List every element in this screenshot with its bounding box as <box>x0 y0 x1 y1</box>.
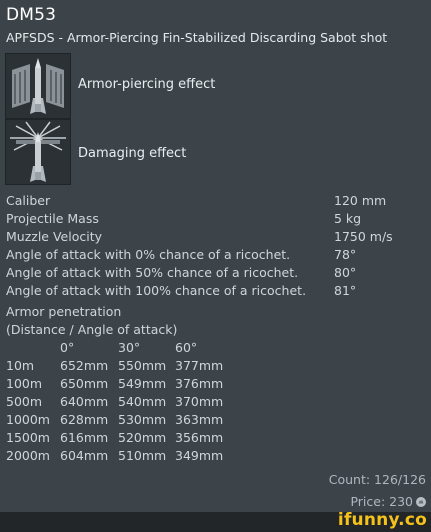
angle-header-30: 30° <box>118 340 141 355</box>
penetration-title: Armor penetration <box>6 304 122 319</box>
effect-label: Damaging effect <box>78 146 187 161</box>
penetration-value: 640mm <box>60 394 109 409</box>
angle-header-60: 60° <box>175 340 198 355</box>
penetration-distance: 2000m <box>6 448 50 463</box>
penetration-value: 510mm <box>118 448 167 463</box>
penetration-value: 520mm <box>118 430 167 445</box>
penetration-value: 652mm <box>60 358 109 373</box>
price-text: Price: 230 <box>350 494 413 509</box>
shell-type: APFSDS - Armor-Piercing Fin-Stabilized D… <box>6 30 388 45</box>
penetration-value: 363mm <box>175 412 224 427</box>
stat-label-caliber: Caliber <box>6 193 51 208</box>
shell-count: Count: 126/126 <box>328 472 426 487</box>
stat-value-muzzle-velocity: 1750 m/s <box>334 229 393 244</box>
penetration-value: 628mm <box>60 412 109 427</box>
angle-header-0: 0° <box>60 340 75 355</box>
effect-damaging: Damaging effect <box>5 119 425 185</box>
stat-value-ricochet-50: 80° <box>334 265 357 280</box>
effect-label: Armor-piercing effect <box>78 77 216 92</box>
stat-label-projectile-mass: Projectile Mass <box>6 211 99 226</box>
watermark-logo: ifunny.co <box>337 510 427 530</box>
stat-value-caliber: 120 mm <box>334 193 387 208</box>
silver-lion-icon <box>415 496 427 508</box>
penetration-value: 356mm <box>175 430 224 445</box>
penetration-distance: 100m <box>6 376 43 391</box>
penetration-distance: 1500m <box>6 430 50 445</box>
penetration-subtitle: (Distance / Angle of attack) <box>6 322 178 337</box>
stat-label-muzzle-velocity: Muzzle Velocity <box>6 229 103 244</box>
penetration-value: 550mm <box>118 358 167 373</box>
penetration-value: 616mm <box>60 430 109 445</box>
stat-value-ricochet-0: 78° <box>334 247 357 262</box>
shell-info-panel: DM53 APFSDS - Armor-Piercing Fin-Stabili… <box>0 0 431 532</box>
penetration-value: 376mm <box>175 376 224 391</box>
stat-label-ricochet-0: Angle of attack with 0% chance of a rico… <box>6 247 291 262</box>
penetration-value: 370mm <box>175 394 224 409</box>
penetration-value: 377mm <box>175 358 224 373</box>
shell-name: DM53 <box>6 5 57 25</box>
penetration-value: 650mm <box>60 376 109 391</box>
stat-value-projectile-mass: 5 kg <box>334 211 362 226</box>
stat-label-ricochet-100: Angle of attack with 100% chance of a ri… <box>6 283 307 298</box>
stat-label-ricochet-50: Angle of attack with 50% chance of a ric… <box>6 265 299 280</box>
shell-armor-piercing-icon <box>5 53 71 119</box>
penetration-value: 549mm <box>118 376 167 391</box>
penetration-value: 349mm <box>175 448 224 463</box>
penetration-value: 604mm <box>60 448 109 463</box>
penetration-value: 540mm <box>118 394 167 409</box>
shell-damaging-icon <box>5 119 71 185</box>
effect-armor-piercing: Armor-piercing effect <box>5 53 425 119</box>
penetration-distance: 500m <box>6 394 43 409</box>
stat-value-ricochet-100: 81° <box>334 283 357 298</box>
penetration-distance: 10m <box>6 358 35 373</box>
shell-price: Price: 230 <box>350 494 427 509</box>
penetration-value: 530mm <box>118 412 167 427</box>
penetration-distance: 1000m <box>6 412 50 427</box>
